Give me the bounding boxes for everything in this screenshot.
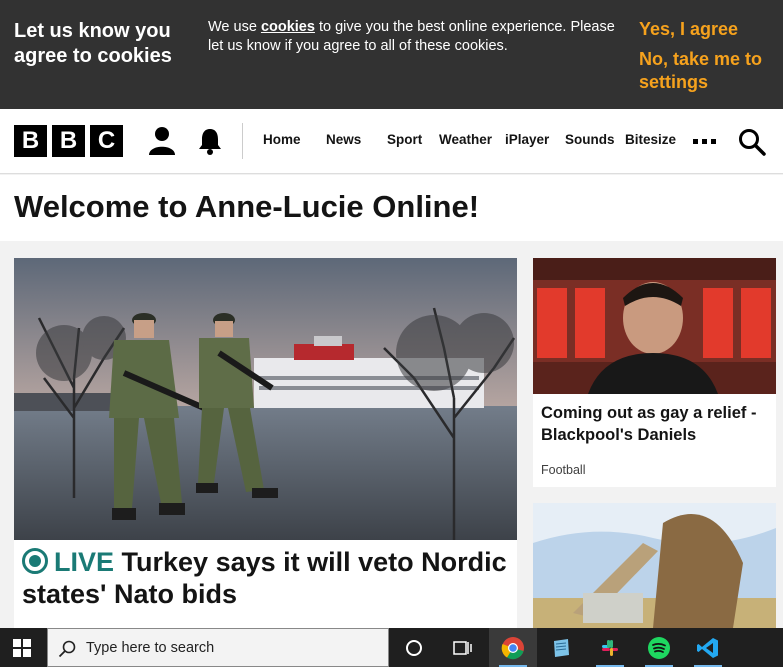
side-story-headline[interactable]: Coming out as gay a relief - Blackpool's… — [541, 402, 771, 446]
main-story-image — [14, 258, 517, 540]
nav-sounds[interactable]: Sounds — [565, 132, 615, 147]
task-view-icon[interactable] — [438, 628, 486, 667]
taskbar-search-placeholder: Type here to search — [86, 640, 215, 656]
taskbar-search-box[interactable]: Type here to search — [47, 628, 389, 667]
more-icon[interactable] — [693, 139, 717, 145]
side-story-tag[interactable]: Football — [541, 463, 585, 477]
nav-iplayer[interactable]: iPlayer — [505, 132, 549, 147]
main-story-headline[interactable]: LIVE Turkey says it will veto Nordic sta… — [22, 546, 512, 610]
nav-bitesize[interactable]: Bitesize — [625, 132, 676, 147]
spotify-icon[interactable] — [635, 628, 683, 667]
live-icon — [22, 548, 48, 574]
side-story-2-image — [533, 503, 776, 628]
search-icon[interactable] — [738, 128, 766, 156]
cookie-banner-text: We use cookies to give you the best onli… — [208, 18, 618, 56]
cookie-banner-title: Let us know you agree to cookies — [14, 20, 172, 67]
logo-letter: B — [14, 125, 47, 157]
cookie-text-start: We use — [208, 19, 261, 35]
cortana-icon[interactable] — [390, 628, 438, 667]
notepad-icon[interactable] — [537, 628, 585, 667]
site-header: B B C Home News Sport Weather iPlayer So… — [0, 109, 783, 174]
cookie-banner: Let us know you agree to cookies We use … — [0, 0, 783, 109]
vscode-icon[interactable] — [684, 628, 732, 667]
welcome-section: Welcome to Anne-Lucie Online! — [0, 175, 783, 241]
agree-cookies-button[interactable]: Yes, I agree — [639, 18, 738, 41]
logo-letter: B — [52, 125, 85, 157]
logo-letter: C — [90, 125, 123, 157]
nav-news[interactable]: News — [326, 132, 361, 147]
side-story-image — [533, 258, 776, 394]
nav-divider — [242, 123, 243, 159]
cookie-settings-button[interactable]: No, take me to settings — [639, 48, 779, 94]
chrome-icon[interactable] — [489, 628, 537, 667]
search-icon — [58, 640, 76, 658]
side-story-card-2[interactable] — [533, 503, 776, 628]
bell-icon[interactable] — [197, 127, 223, 155]
taskbar: Type here to search — [0, 628, 783, 667]
nav-sport[interactable]: Sport — [387, 132, 422, 147]
page-title: Welcome to Anne-Lucie Online! — [14, 189, 480, 224]
user-icon[interactable] — [147, 125, 177, 155]
cookies-link[interactable]: cookies — [261, 19, 315, 35]
live-label: LIVE — [54, 547, 115, 577]
side-story-card[interactable]: Coming out as gay a relief - Blackpool's… — [533, 258, 776, 487]
bbc-logo[interactable]: B B C — [14, 125, 123, 157]
windows-start-icon[interactable] — [13, 639, 31, 657]
nav-weather[interactable]: Weather — [439, 132, 492, 147]
slack-icon[interactable] — [586, 628, 634, 667]
browser-page: Let us know you agree to cookies We use … — [0, 0, 783, 667]
nav-home[interactable]: Home — [263, 132, 301, 147]
main-story-card[interactable]: LIVE Turkey says it will veto Nordic sta… — [14, 258, 517, 628]
